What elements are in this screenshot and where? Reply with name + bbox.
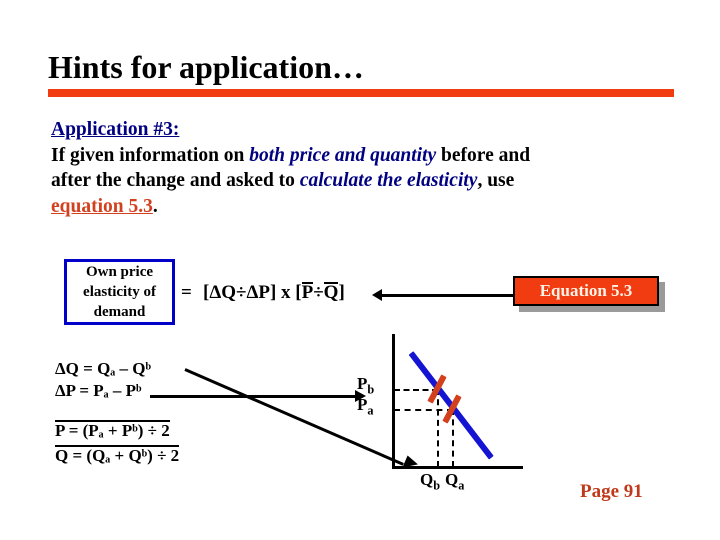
slide-canvas: Hints for application… Application #3: I…: [0, 0, 720, 540]
callout-arrow-head-icon: [372, 289, 382, 301]
delta-q-definition: ΔQ = Qₐ – Qᵇ: [55, 359, 151, 378]
axis-label-pa-base: P: [357, 395, 368, 414]
body-line2-part2: , use: [477, 170, 515, 191]
body-line2-emphasis: calculate the elasticity: [299, 170, 478, 191]
equation-link[interactable]: equation 5.3: [51, 196, 153, 217]
elasticity-definition-box: Own price elasticity of demand: [64, 259, 175, 325]
formula-box-line-1: Own price: [85, 264, 154, 280]
graph-x-axis: [392, 466, 523, 469]
delta-definitions: ΔQ = Qₐ – Qᵇ ΔP = Pₐ – Pᵇ: [55, 358, 151, 402]
body-text: Application #3: If given information on …: [51, 117, 683, 219]
elasticity-formula-expression: [ΔQ÷ΔP] x [P÷Q]: [203, 282, 345, 304]
axis-label-pa: Pa: [357, 396, 374, 419]
formula-box-line-2: elasticity of: [83, 284, 156, 300]
average-definitions: P = (Pₐ + Pᵇ) ÷ 2 Q = (Qₐ + Qᵇ) ÷ 2: [55, 418, 180, 468]
axis-label-qb-base: Q: [420, 470, 434, 489]
axis-label-qb: Qb: [420, 471, 440, 494]
guideline-qa: [452, 409, 454, 467]
axis-label-qb-sub: b: [433, 478, 441, 493]
guideline-qb: [437, 389, 439, 467]
q-bar-definition-text: Q = (Qₐ + Qᵇ) ÷ 2: [55, 445, 180, 465]
formula-bracket-close: ]: [338, 282, 345, 303]
page-title: Hints for application…: [48, 49, 364, 85]
axis-label-pb-base: P: [357, 374, 368, 393]
axis-label-pa-sub: a: [367, 403, 374, 418]
formula-p-bar: P: [301, 282, 314, 303]
application-heading: Application #3:: [51, 119, 180, 140]
axis-label-qa-sub: a: [458, 478, 465, 493]
formula-multiply-symbol: x: [281, 282, 291, 303]
body-line1-part1: If given information on: [51, 144, 250, 166]
q-bar-definition: Q = (Qₐ + Qᵇ) ÷ 2: [55, 443, 180, 468]
graph-y-axis: [392, 334, 395, 469]
body-line1-emphasis: both price and quantity: [249, 144, 437, 166]
title-divider: [48, 89, 674, 97]
formula-q-bar: Q: [323, 282, 339, 303]
page-number: Page 91: [580, 481, 643, 502]
axis-label-qa-base: Q: [445, 470, 459, 489]
p-bar-definition-text: P = (Pₐ + Pᵇ) ÷ 2: [55, 420, 170, 440]
axis-label-qa: Qa: [445, 471, 464, 494]
guideline-pa: [394, 409, 453, 411]
callout-arrow-line: [381, 294, 514, 297]
equation-callout-badge: Equation 5.3: [513, 276, 659, 306]
equals-sign: =: [181, 282, 192, 303]
formula-divide-symbol: ÷: [313, 282, 324, 303]
formula-delta-ratio: [ΔQ÷ΔP]: [203, 282, 277, 303]
delta-p-definition: ΔP = Pₐ – Pᵇ: [55, 381, 142, 400]
body-line2-part1: after the change and asked to: [51, 170, 300, 191]
demand-curve-graph: Pb Pa Qb Qa: [340, 325, 540, 500]
body-line1-part2: before and: [436, 144, 531, 166]
formula-box-line-3: demand: [93, 304, 146, 320]
axis-label-pb-sub: b: [367, 382, 375, 397]
p-bar-definition: P = (Pₐ + Pᵇ) ÷ 2: [55, 418, 179, 443]
body-line3-tail: .: [152, 195, 158, 217]
